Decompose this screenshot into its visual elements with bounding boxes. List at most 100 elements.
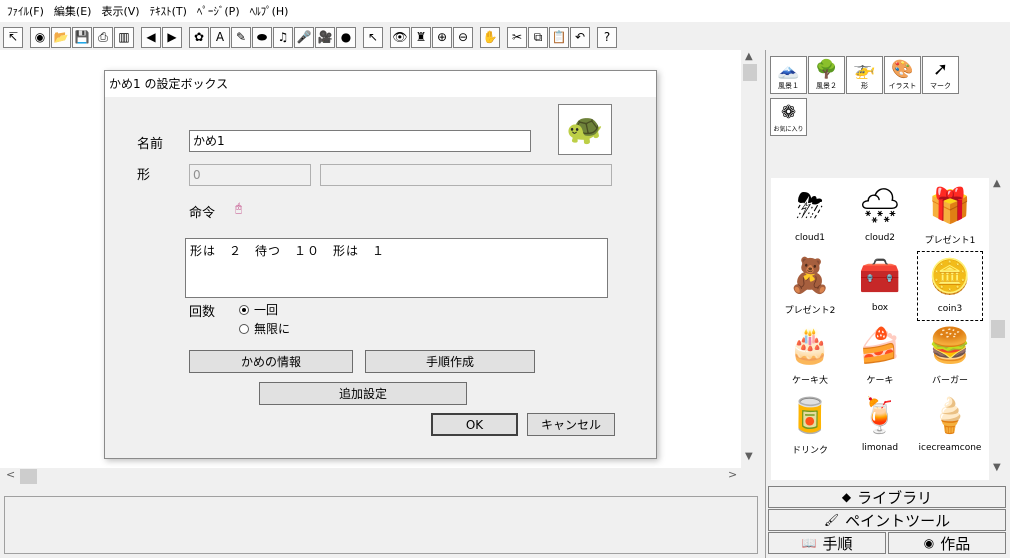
canvas-horizontal-scrollbar[interactable]: < > [0, 468, 741, 485]
toolbar-button-15[interactable]: ● [336, 26, 356, 48]
back-arrow-icon: ◀ [146, 30, 156, 44]
toolbar-button-6[interactable]: ◀ [141, 26, 161, 48]
tab-paint[interactable]: 🖌 ペイントツール [768, 509, 1006, 531]
radio-infinite-dot[interactable] [239, 323, 249, 334]
toolbar-button-26[interactable]: ? [597, 26, 617, 48]
toolbar-button-18[interactable]: ♜ [411, 26, 431, 48]
turtle-info-button[interactable]: かめの情報 [189, 350, 353, 373]
gallery-item[interactable]: 🍔 バーガー [917, 321, 983, 391]
toolbar-button-23[interactable]: ⧉ [528, 26, 548, 48]
toolbar-button-8[interactable]: ✿ [189, 26, 209, 48]
category-tab-2[interactable]: 🚁 形 [846, 56, 883, 94]
category-tab-4[interactable]: ➚ マーク [922, 56, 959, 94]
command-script-area[interactable]: 形は ２ 待つ １０ 形は １ [185, 238, 608, 298]
gallery-scrollbar[interactable]: ▲ ▼ [989, 178, 1007, 480]
gallery-item[interactable]: ⛈ cloud1 [777, 181, 843, 251]
ok-button[interactable]: OK [431, 413, 518, 436]
toolbar-button-21[interactable]: ✋ [480, 26, 500, 48]
gallery-item[interactable]: 🍹 limonad [847, 391, 913, 461]
gallery-item-caption: box [871, 303, 889, 313]
dialog-title: かめ1 の設定ボックス [105, 71, 656, 97]
toolbar-button-20[interactable]: ⊖ [453, 26, 473, 48]
create-procedure-button[interactable]: 手順作成 [365, 350, 535, 373]
toolbar-button-3[interactable]: 💾 [72, 26, 92, 48]
category-tab-1[interactable]: 🌳 風景２ [808, 56, 845, 94]
menu-item-2[interactable]: 表示(V) [98, 3, 146, 19]
gallery-item-caption: プレゼント2 [784, 306, 836, 316]
gallery-item[interactable]: 🎁 プレゼント1 [917, 181, 983, 251]
radio-once-dot[interactable] [239, 304, 249, 315]
toolbar-button-25[interactable]: ↶ [570, 26, 590, 48]
illustration-gallery: ⛈ cloud1 🌨 cloud2 🎁 プレゼント1 🧸 プレゼント2 🧰 box 🪙 coin3 🎂 ケ… [771, 178, 989, 480]
tab-works-label: 作品 [940, 534, 971, 553]
eye-icon: 👁 [392, 30, 408, 44]
menu-item-1[interactable]: 編集(E) [51, 3, 99, 19]
radio-infinite[interactable]: 無限に [239, 320, 290, 337]
cancel-button[interactable]: キャンセル [527, 413, 615, 436]
gallery-scroll-down-icon[interactable]: ▼ [993, 462, 1001, 473]
toolbar-button-16[interactable]: ↖ [363, 26, 383, 48]
toolbar-button-12[interactable]: ♫ [273, 26, 293, 48]
gallery-scroll-thumb[interactable] [991, 320, 1005, 338]
toolbar-button-1[interactable]: ◉ [30, 26, 50, 48]
canvas-hscroll-thumb[interactable] [20, 469, 37, 484]
gallery-item-caption: coin3 [937, 304, 963, 314]
turtle-preview[interactable]: 🐢 [558, 104, 612, 155]
tab-works[interactable]: ◉ 作品 [888, 532, 1006, 554]
toolbar-button-7[interactable]: ▶ [162, 26, 182, 48]
toolbar-button-17[interactable]: 👁 [390, 26, 410, 48]
favorites-button[interactable]: ❁ お気に入り [770, 98, 807, 136]
zoom-out-icon: ⊖ [457, 30, 469, 44]
toolbar-button-5[interactable]: ▥ [114, 26, 134, 48]
scroll-up-icon[interactable]: ▲ [745, 51, 753, 62]
toolbar-button-2[interactable]: 📂 [51, 26, 71, 48]
toolbar-button-19[interactable]: ⊕ [432, 26, 452, 48]
toolbar-button-13[interactable]: 🎤 [294, 26, 314, 48]
toolbar-button-22[interactable]: ✂ [507, 26, 527, 48]
scroll-right-icon[interactable]: > [728, 468, 737, 481]
menu-item-3[interactable]: ﾃｷｽﾄ(T) [147, 3, 194, 19]
gallery-item[interactable]: 🧸 プレゼント2 [777, 251, 843, 321]
menu-item-0[interactable]: ﾌｧｲﾙ(F) [4, 3, 51, 19]
menu-item-4[interactable]: ﾍﾟｰｼﾞ(P) [194, 3, 247, 19]
gallery-item-caption: cloud2 [864, 233, 896, 243]
mouse-icon[interactable]: 🖰 [235, 201, 242, 216]
toolbar-button-9[interactable]: A [210, 26, 230, 48]
paste-icon: 📋 [551, 30, 567, 44]
scroll-down-icon[interactable]: ▼ [745, 451, 753, 462]
toolbar-button-0[interactable]: ↸ [3, 26, 23, 48]
palette-icon: 🎨 [891, 59, 914, 80]
toolbar-button-11[interactable]: ⬬ [252, 26, 272, 48]
radio-once[interactable]: 一回 [239, 301, 278, 318]
turtle-settings-dialog: かめ1 の設定ボックス 名前 かめ1 🐢 形 0 命令 🖰 形は ２ 待つ １０… [104, 70, 657, 459]
tab-procedure[interactable]: 📖 手順 [768, 532, 886, 554]
category-tab-3[interactable]: 🎨 イラスト [884, 56, 921, 94]
gallery-item[interactable]: 🪙 coin3 [917, 251, 983, 321]
additional-settings-button[interactable]: 追加設定 [259, 382, 467, 405]
scroll-left-icon[interactable]: < [6, 468, 15, 481]
tab-library[interactable]: ◆ ライブラリ [768, 486, 1006, 508]
sphere-icon: ● [340, 30, 352, 44]
toolbar-button-4[interactable]: ⎙ [93, 26, 113, 48]
toolbar-button-24[interactable]: 📋 [549, 26, 569, 48]
toolbar-button-14[interactable]: 🎥 [315, 26, 335, 48]
toolbar-button-10[interactable]: ✎ [231, 26, 251, 48]
mountain-icon: 🗻 [777, 59, 800, 80]
stop-hand-icon: ✋ [482, 30, 498, 44]
gallery-item[interactable]: 🎂 ケーキ大 [777, 321, 843, 391]
canvas-vscroll-thumb[interactable] [743, 64, 757, 81]
gallery-item[interactable]: 🧰 box [847, 251, 913, 321]
gallery-item[interactable]: 🥫 ドリンク [777, 391, 843, 461]
copy-icon: ⧉ [533, 30, 543, 44]
gallery-item[interactable]: 🌨 cloud2 [847, 181, 913, 251]
gallery-scroll-up-icon[interactable]: ▲ [993, 178, 1001, 189]
gallery-item[interactable]: 🍰 ケーキ [847, 321, 913, 391]
gallery-item[interactable]: 🍦 icecreamcone [917, 391, 983, 461]
burger-icon: 🍔 [928, 326, 972, 366]
canvas-vertical-scrollbar[interactable]: ▲ ▼ [741, 50, 759, 468]
category-tab-0[interactable]: 🗻 風景１ [770, 56, 807, 94]
lemonade-icon: 🍹 [858, 396, 902, 436]
menu-item-5[interactable]: ﾍﾙﾌﾟ(H) [247, 3, 296, 19]
mic-icon: 🎤 [296, 30, 312, 44]
name-field[interactable]: かめ1 [189, 130, 531, 152]
